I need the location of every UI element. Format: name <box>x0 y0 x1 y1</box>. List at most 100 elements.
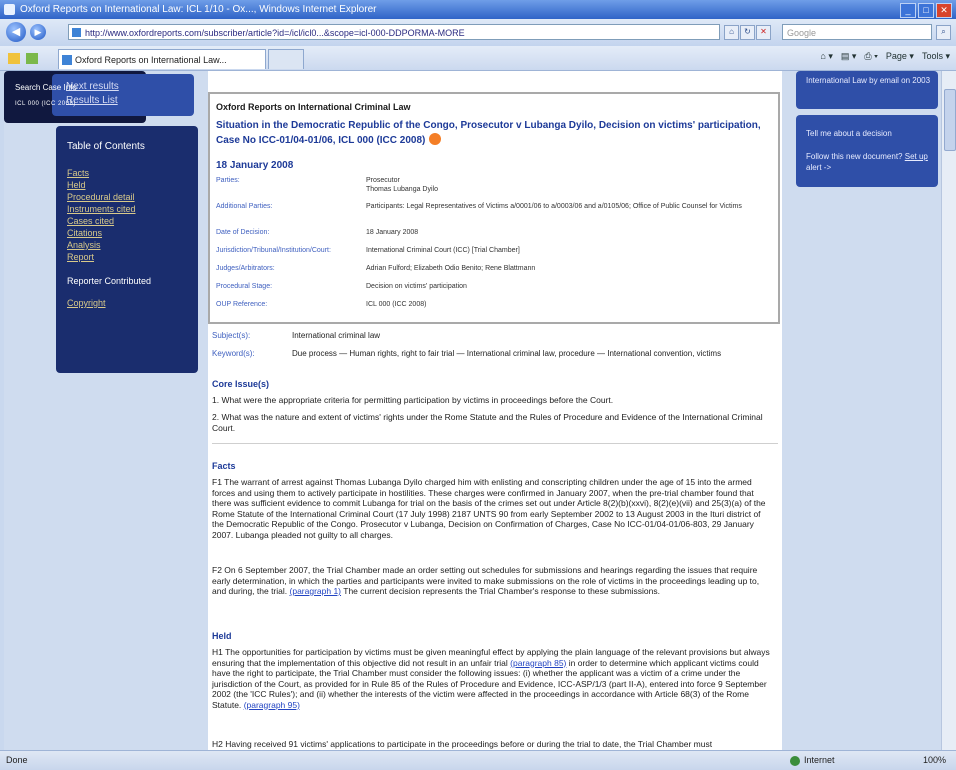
feeds-icon[interactable]: ▤ ▾ <box>841 51 857 62</box>
keyword-value: Due process — Human rights, right to fai… <box>292 349 722 358</box>
add-favorites-icon[interactable] <box>26 53 38 64</box>
decision-date: 18 January 2008 <box>216 160 294 171</box>
alert-suffix: alert -> <box>806 163 832 172</box>
held-paragraph-2: H2 Having received 91 victims' applicati… <box>212 739 713 749</box>
meta-key: Parties: <box>216 177 240 184</box>
status-bar: Done Internet 100% <box>0 750 956 770</box>
meta-key: OUP Reference: <box>216 301 268 308</box>
meta-key: Date of Decision: <box>216 229 270 236</box>
rss-feed-icon[interactable] <box>429 133 442 145</box>
scrollbar-thumb[interactable] <box>944 89 956 151</box>
meta-key: Additional Parties: <box>216 203 273 210</box>
meta-key: Procedural Stage: <box>216 283 273 290</box>
email-alert-box: International Law by email on 2003 <box>796 71 938 109</box>
command-bar: ⌂ ▾ ▤ ▾ ⎙ ▾ Page ▾ Tools ▾ <box>820 51 950 62</box>
globe-icon <box>790 756 800 766</box>
meta-value: International Criminal Court (ICC) [Tria… <box>366 247 520 254</box>
subject-value: International criminal law <box>292 331 381 340</box>
decision-alert-box: Tell me about a decision Follow this new… <box>796 115 938 187</box>
page-menu[interactable]: Page ▾ <box>886 51 914 62</box>
zone-label: Internet <box>804 755 835 765</box>
paragraph-link[interactable]: (paragraph 85) <box>510 658 566 668</box>
print-icon[interactable]: ⎙ ▾ <box>864 51 877 62</box>
report-series: Oxford Reports on International Criminal… <box>216 102 411 112</box>
close-icon[interactable]: ✕ <box>936 3 952 18</box>
meta-value: Decision on victims' participation <box>366 283 467 290</box>
refresh-button[interactable]: ↻ <box>740 25 755 40</box>
minimize-icon[interactable]: _ <box>900 3 916 18</box>
toc-item-report[interactable]: Report <box>67 252 94 262</box>
facts-heading: Facts <box>212 461 236 471</box>
held-heading: Held <box>212 631 232 641</box>
toc-item-analysis[interactable]: Analysis <box>67 240 101 250</box>
paragraph-link[interactable]: (paragraph 95) <box>244 700 300 710</box>
zoom-level[interactable]: 100% <box>923 751 946 770</box>
tab-label: Oxford Reports on International Law... <box>75 55 227 65</box>
page-viewport: Next results Results List Table of Conte… <box>4 71 942 750</box>
address-bar-area: ◀ ▶ http://www.oxfordreports.com/subscri… <box>0 19 956 46</box>
maximize-icon[interactable]: □ <box>918 3 934 18</box>
table-of-contents: Table of Contents Facts Held Procedural … <box>56 126 198 373</box>
section-divider <box>212 443 778 444</box>
tab-oxford-reports[interactable]: Oxford Reports on International Law... <box>58 49 266 69</box>
paragraph-link[interactable]: (paragraph 1) <box>290 586 342 596</box>
status-text: Done <box>6 755 28 765</box>
core-issue-1: 1. What were the appropriate criteria fo… <box>212 395 614 405</box>
set-up-alert-link[interactable]: Set up <box>905 152 928 161</box>
subject-key: Subject(s): <box>212 331 251 340</box>
results-nav-box: Next results Results List <box>52 74 194 116</box>
toc-item-copyright[interactable]: Copyright <box>67 298 106 308</box>
search-case-sub: ICL 000 (ICC 2008) <box>15 101 76 107</box>
search-case-title[interactable]: Search Case Info <box>15 83 77 92</box>
toc-item-instruments[interactable]: Instruments cited <box>67 204 136 214</box>
stop-button[interactable]: ✕ <box>756 25 771 40</box>
search-icon[interactable]: ⌕ <box>936 25 951 40</box>
facts-paragraph-1: F1 The warrant of arrest against Thomas … <box>212 477 766 540</box>
facts-paragraph-2-tail: The current decision represents the Tria… <box>343 586 660 596</box>
core-issue-2: 2. What was the nature and extent of vic… <box>212 412 763 433</box>
facts-paragraph-2: F2 On 6 September 2007, the Trial Chambe… <box>212 565 774 597</box>
meta-key: Jurisdiction/Tribunal/Institution/Court: <box>216 247 331 254</box>
tools-menu-label: Tools <box>921 51 943 61</box>
meta-value: Participants: Legal Representatives of V… <box>366 203 742 210</box>
page-icon <box>72 28 81 37</box>
window-titlebar: Oxford Reports on International Law: ICL… <box>0 0 956 19</box>
toc-item-citations[interactable]: Citations <box>67 228 102 238</box>
toc-item-cases[interactable]: Cases cited <box>67 216 114 226</box>
new-tab-button[interactable] <box>268 49 304 69</box>
main-content: Oxford Reports on International Criminal… <box>208 71 782 750</box>
home-icon[interactable]: ⌂ ▾ <box>820 51 832 62</box>
toc-item-held[interactable]: Held <box>67 180 86 190</box>
case-title-text: Situation in the Democratic Republic of … <box>216 120 761 146</box>
url-text: http://www.oxfordreports.com/subscriber/… <box>85 28 465 38</box>
compat-view-button[interactable]: ⌂ <box>724 25 739 40</box>
ie-app-icon <box>4 4 15 15</box>
email-alert-text: International Law by email on 2003 <box>806 76 931 85</box>
report-header-box: Oxford Reports on International Criminal… <box>208 92 780 324</box>
search-input[interactable]: Google <box>782 24 932 40</box>
toc-item-procedural[interactable]: Procedural detail <box>67 192 135 202</box>
forward-button[interactable]: ▶ <box>30 24 46 40</box>
meta-value: Prosecutor Thomas Lubanga Dyilo <box>366 177 438 193</box>
toc-item-facts[interactable]: Facts <box>67 168 89 178</box>
favorites-star-icon[interactable] <box>8 53 20 64</box>
case-title: Situation in the Democratic Republic of … <box>216 118 772 148</box>
core-issues-heading: Core Issue(s) <box>212 379 270 389</box>
vertical-scrollbar[interactable] <box>941 71 956 750</box>
keyword-key: Keyword(s): <box>212 349 255 358</box>
meta-value: ICL 000 (ICC 2008) <box>366 301 427 308</box>
back-button[interactable]: ◀ <box>6 22 26 42</box>
window-title: Oxford Reports on International Law: ICL… <box>20 4 377 15</box>
meta-value: Adrian Fulford; Elizabeth Odio Benito; R… <box>366 265 536 272</box>
alert-prompt: Follow this new document? <box>806 152 903 161</box>
window-controls: _ □ ✕ <box>900 3 952 18</box>
tools-menu[interactable]: Tools ▾ <box>922 51 950 62</box>
toc-heading: Table of Contents <box>67 141 145 152</box>
toc-item-reporter: Reporter Contributed <box>67 276 152 286</box>
tab-page-icon <box>62 55 72 65</box>
held-paragraph-1: H1 The opportunities for participation b… <box>212 647 774 710</box>
security-zone[interactable]: Internet <box>790 751 835 770</box>
page-menu-label: Page <box>885 51 907 61</box>
address-input[interactable]: http://www.oxfordreports.com/subscriber/… <box>68 24 720 40</box>
tabs-bar: Oxford Reports on International Law... ⌂… <box>0 46 956 71</box>
